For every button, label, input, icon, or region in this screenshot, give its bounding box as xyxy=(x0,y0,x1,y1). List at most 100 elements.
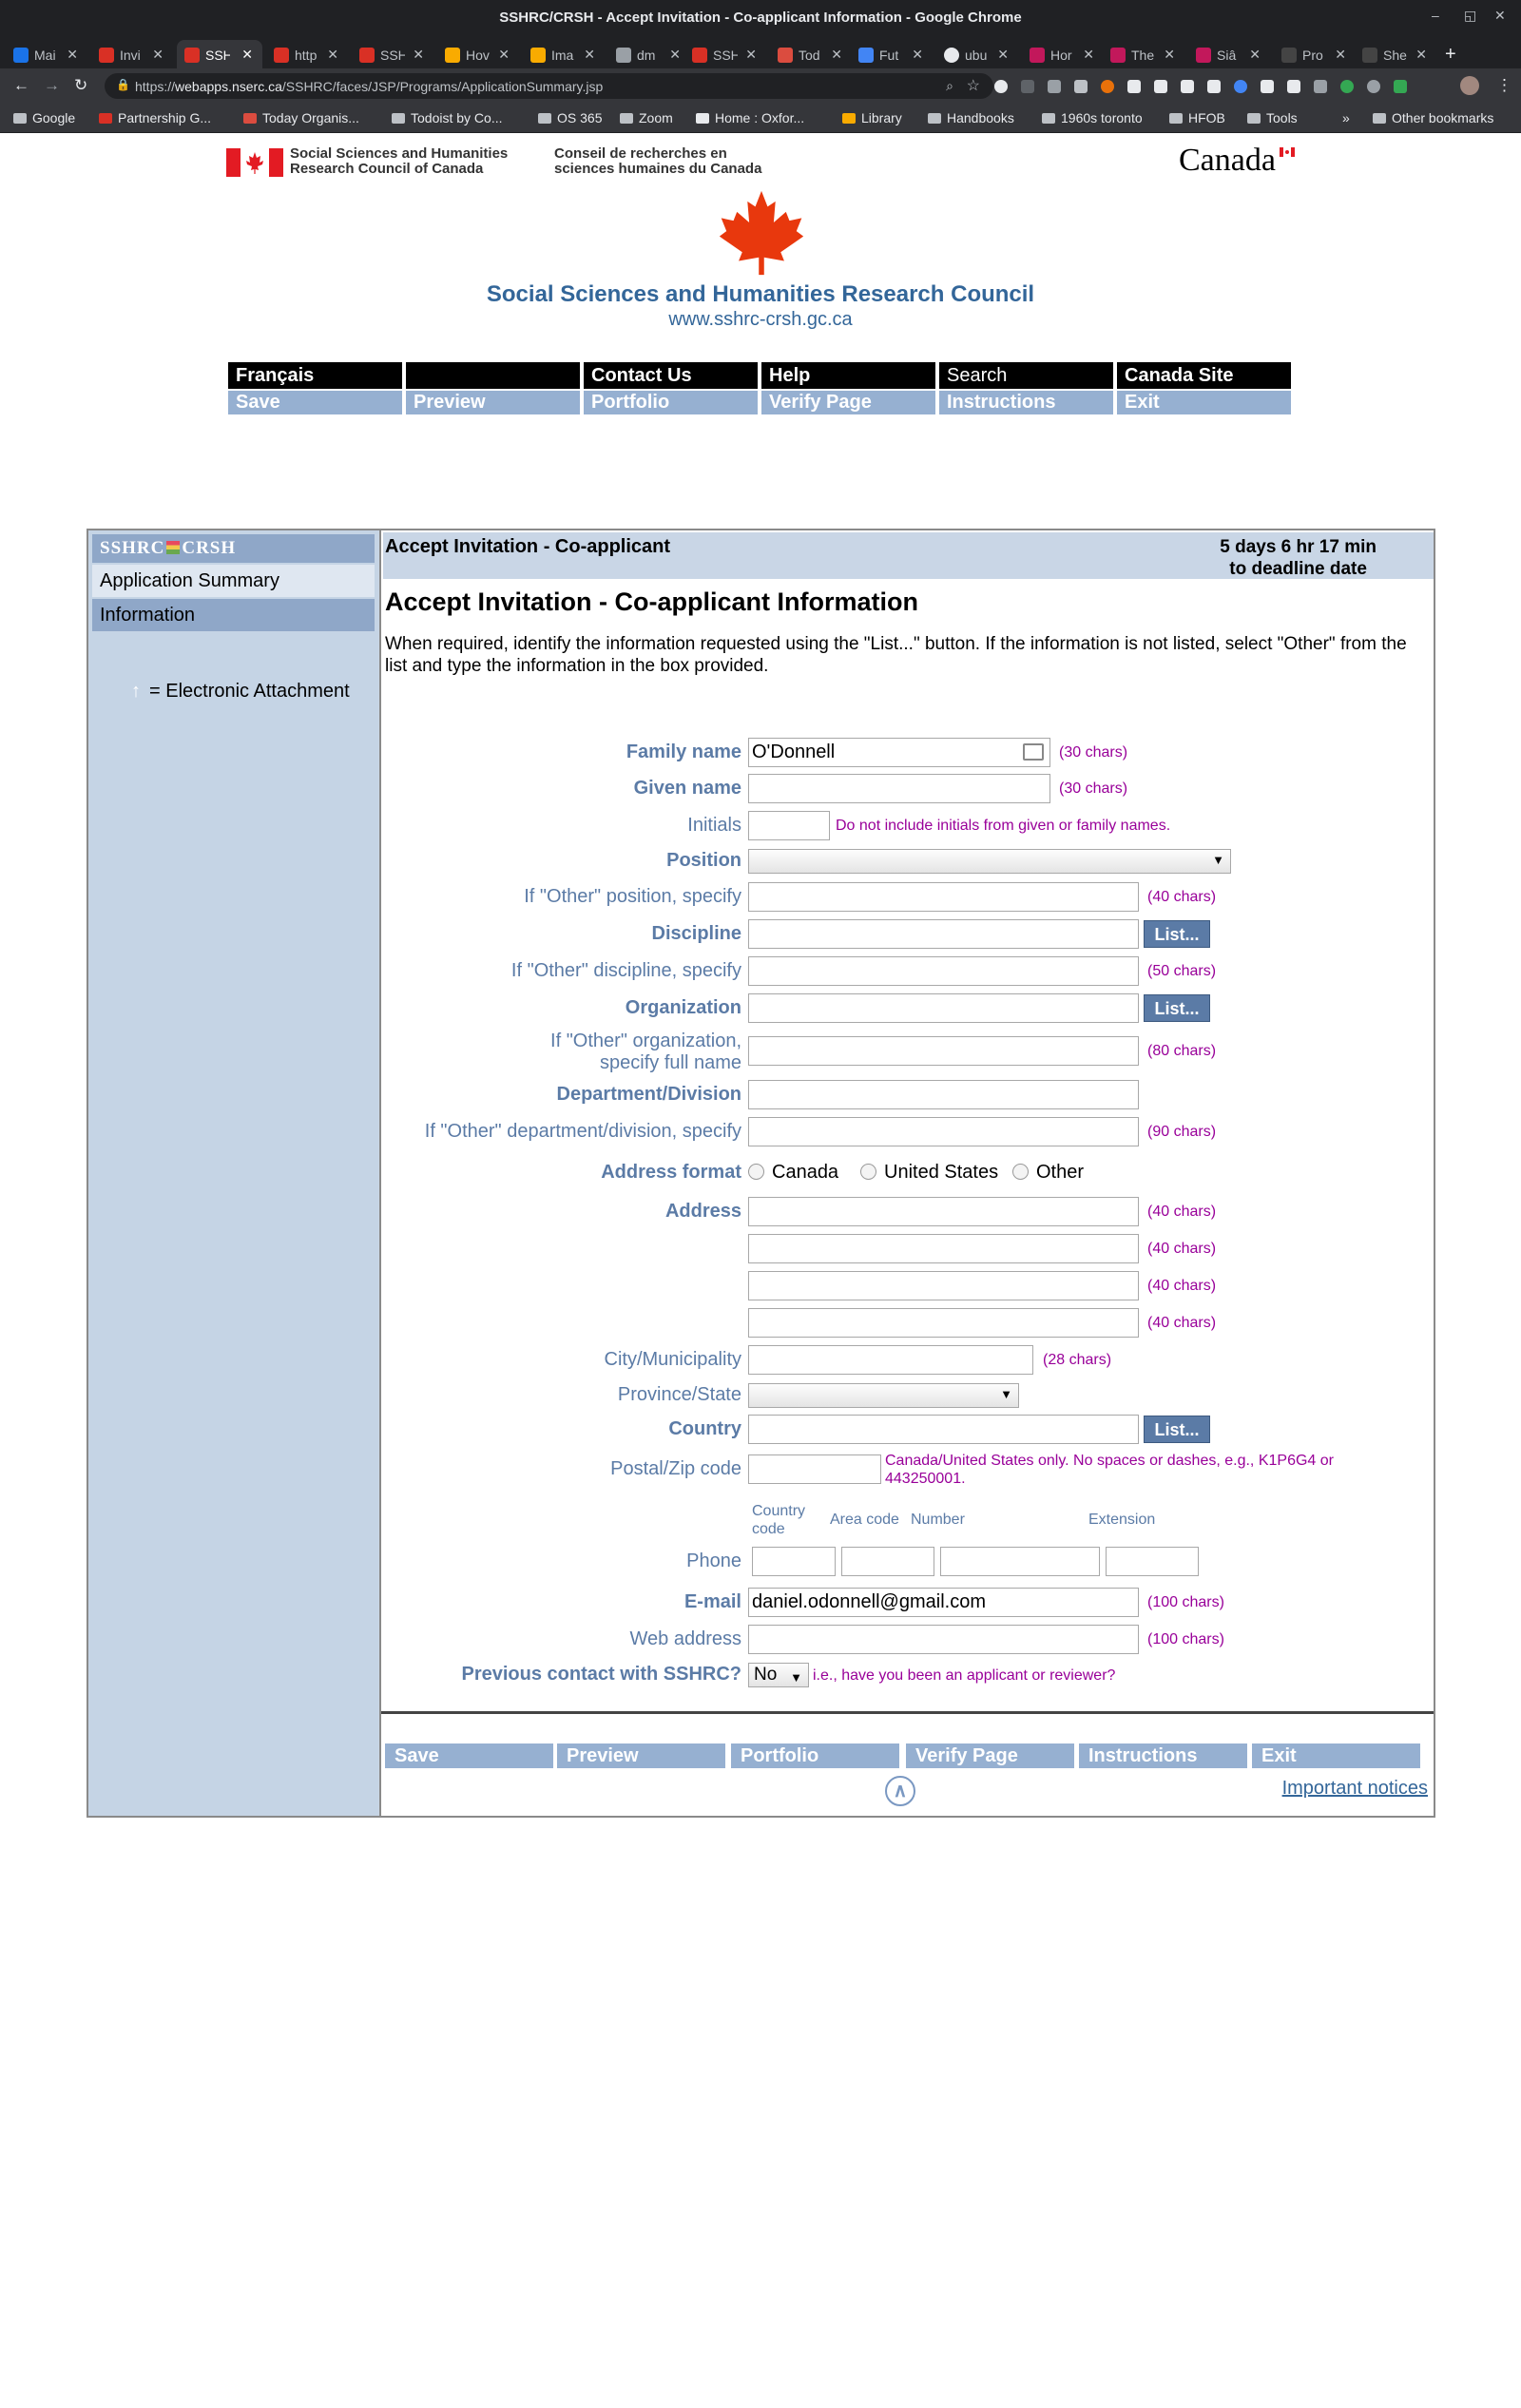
close-tab-icon[interactable]: ✕ xyxy=(152,47,164,63)
tab[interactable]: SSH ✕ xyxy=(684,40,766,68)
department-input[interactable] xyxy=(748,1080,1139,1109)
extension-icon[interactable] xyxy=(1021,80,1034,93)
tab[interactable]: Mai ✕ xyxy=(6,40,87,68)
preview-button[interactable]: Preview xyxy=(406,391,580,414)
address-line-3-input[interactable] xyxy=(748,1271,1139,1300)
footer-exit-button[interactable]: Exit xyxy=(1252,1743,1420,1768)
position-select[interactable]: ▼ xyxy=(748,849,1231,874)
tab[interactable]: Hor ✕ xyxy=(1022,40,1104,68)
bookmark-item[interactable]: Google xyxy=(13,110,75,125)
close-tab-icon[interactable]: ✕ xyxy=(498,47,510,63)
footer-portfolio-button[interactable]: Portfolio xyxy=(731,1743,899,1768)
bookmarks-overflow-button[interactable]: » xyxy=(1342,110,1350,125)
close-tab-icon[interactable]: ✕ xyxy=(912,47,923,63)
given-name-input[interactable] xyxy=(748,774,1050,803)
tab[interactable]: Siâ ✕ xyxy=(1188,40,1270,68)
phone-extension-input[interactable] xyxy=(1106,1547,1199,1576)
extension-icon[interactable] xyxy=(994,80,1008,93)
previous-contact-select[interactable]: No ▼ xyxy=(748,1663,809,1687)
tab[interactable]: Pro ✕ xyxy=(1274,40,1356,68)
close-tab-icon[interactable]: ✕ xyxy=(327,47,338,63)
exit-button[interactable]: Exit xyxy=(1117,391,1291,414)
back-icon[interactable]: ← xyxy=(13,76,29,95)
address-format-canada-radio[interactable]: Canada xyxy=(748,1162,838,1184)
forward-icon[interactable]: → xyxy=(44,76,60,95)
tab[interactable]: Ima ✕ xyxy=(523,40,605,68)
instructions-button[interactable]: Instructions xyxy=(939,391,1113,414)
organization-input[interactable] xyxy=(748,993,1139,1023)
sidebar-item-information[interactable]: Information xyxy=(92,599,375,631)
country-input[interactable] xyxy=(748,1415,1139,1444)
country-list-button[interactable]: List... xyxy=(1144,1416,1210,1443)
contact-card-icon[interactable] xyxy=(1023,743,1044,761)
verify-page-button[interactable]: Verify Page xyxy=(761,391,935,414)
extension-icon[interactable] xyxy=(1287,80,1300,93)
close-window-icon[interactable]: ✕ xyxy=(1494,8,1506,24)
initials-input[interactable] xyxy=(748,811,830,840)
star-icon[interactable]: ☆ xyxy=(967,76,980,95)
bookmark-folder[interactable]: Tools xyxy=(1247,110,1298,125)
footer-save-button[interactable]: Save xyxy=(385,1743,553,1768)
bookmark-folder[interactable]: Handbooks xyxy=(928,110,1014,125)
close-tab-icon[interactable]: ✕ xyxy=(1164,47,1175,63)
phone-number-input[interactable] xyxy=(940,1547,1100,1576)
new-tab-button[interactable]: + xyxy=(1445,44,1456,66)
bookmark-folder[interactable]: Other bookmarks xyxy=(1373,110,1493,125)
tab[interactable]: She ✕ xyxy=(1355,40,1436,68)
footer-verify-page-button[interactable]: Verify Page xyxy=(906,1743,1074,1768)
extension-icon[interactable] xyxy=(1340,80,1354,93)
bookmark-item[interactable]: Todoist by Co... xyxy=(392,110,503,125)
important-notices-link[interactable]: Important notices xyxy=(1282,1778,1428,1800)
extension-icon[interactable] xyxy=(1048,80,1061,93)
close-tab-icon[interactable]: ✕ xyxy=(1083,47,1094,63)
phone-country-code-input[interactable] xyxy=(752,1547,836,1576)
footer-instructions-button[interactable]: Instructions xyxy=(1079,1743,1247,1768)
address-line-4-input[interactable] xyxy=(748,1308,1139,1338)
address-line-1-input[interactable] xyxy=(748,1197,1139,1226)
discipline-input[interactable] xyxy=(748,919,1139,949)
organization-list-button[interactable]: List... xyxy=(1144,994,1210,1022)
nav-canada-site[interactable]: Canada Site xyxy=(1117,362,1291,389)
extension-icon[interactable] xyxy=(1207,80,1221,93)
portfolio-button[interactable]: Portfolio xyxy=(584,391,758,414)
family-name-input[interactable]: O'Donnell xyxy=(748,738,1050,767)
extension-icon[interactable] xyxy=(1074,80,1088,93)
address-bar[interactable]: 🔒 https://webapps.nserc.ca/SSHRC/faces/J… xyxy=(105,73,993,99)
email-input[interactable]: daniel.odonnell@gmail.com xyxy=(748,1588,1139,1617)
close-tab-icon[interactable]: ✕ xyxy=(1415,47,1427,63)
extension-icon[interactable] xyxy=(1101,80,1114,93)
nav-contact-us[interactable]: Contact Us xyxy=(584,362,758,389)
avatar[interactable] xyxy=(1460,76,1479,95)
city-input[interactable] xyxy=(748,1345,1033,1375)
zoom-icon[interactable]: ⌕ xyxy=(946,78,953,94)
other-department-input[interactable] xyxy=(748,1117,1139,1146)
province-select[interactable]: ▼ xyxy=(748,1383,1019,1408)
address-line-2-input[interactable] xyxy=(748,1234,1139,1263)
tab[interactable]: ubu ✕ xyxy=(936,40,1018,68)
menu-kebab-icon[interactable]: ⋮ xyxy=(1496,76,1512,95)
close-tab-icon[interactable]: ✕ xyxy=(669,47,681,63)
tab[interactable]: Hov ✕ xyxy=(437,40,519,68)
extension-icon[interactable] xyxy=(1394,80,1407,93)
close-tab-icon[interactable]: ✕ xyxy=(584,47,595,63)
tab[interactable]: Fut ✕ xyxy=(851,40,933,68)
footer-preview-button[interactable]: Preview xyxy=(557,1743,725,1768)
address-format-us-radio[interactable]: United States xyxy=(860,1162,998,1184)
tab[interactable]: The ✕ xyxy=(1103,40,1184,68)
other-discipline-input[interactable] xyxy=(748,956,1139,986)
extension-icon[interactable] xyxy=(1261,80,1274,93)
close-tab-icon[interactable]: ✕ xyxy=(1335,47,1346,63)
close-tab-icon[interactable]: ✕ xyxy=(997,47,1009,63)
tab-active[interactable]: SSH ✕ xyxy=(177,40,262,68)
extension-icon[interactable] xyxy=(1367,80,1380,93)
nav-search[interactable]: Search xyxy=(939,362,1113,389)
minimize-icon[interactable]: – xyxy=(1432,8,1439,23)
back-to-top-icon[interactable]: ∧ xyxy=(885,1776,915,1806)
sidebar-item-application-summary[interactable]: Application Summary xyxy=(92,565,375,597)
close-tab-icon[interactable]: ✕ xyxy=(241,47,253,63)
bookmark-item[interactable]: Library xyxy=(842,110,902,125)
nav-help[interactable]: Help xyxy=(761,362,935,389)
address-format-other-radio[interactable]: Other xyxy=(1012,1162,1084,1184)
reload-icon[interactable]: ↻ xyxy=(74,76,87,95)
bookmark-item[interactable]: Partnership G... xyxy=(99,110,211,125)
